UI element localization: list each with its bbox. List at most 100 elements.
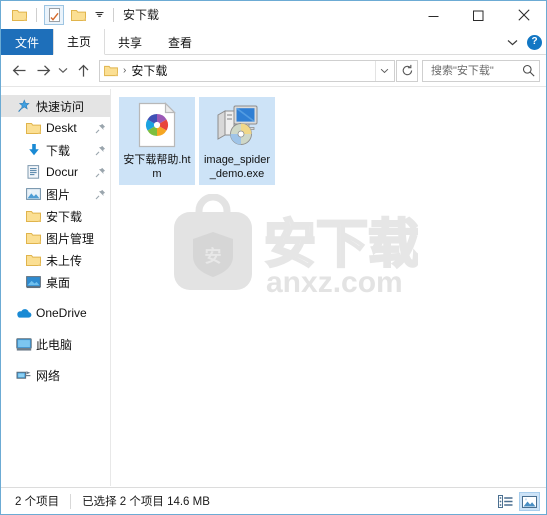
sidebar-item-quick-access[interactable]: 快速访问 xyxy=(1,95,110,117)
breadcrumb-folder-icon xyxy=(104,65,118,77)
document-icon xyxy=(25,164,42,180)
forward-button[interactable] xyxy=(31,59,55,83)
onedrive-cloud-icon xyxy=(15,305,32,321)
breadcrumb[interactable]: › 安下载 xyxy=(104,62,375,79)
sidebar-item-label: 图片管理 xyxy=(46,231,95,246)
maximize-button[interactable] xyxy=(456,1,501,29)
sidebar-item-pictures[interactable]: 图片 xyxy=(1,183,110,205)
file-item-htm[interactable]: 安下载帮助.htm xyxy=(119,97,195,185)
tab-share[interactable]: 共享 xyxy=(105,29,155,55)
file-list-view[interactable]: 安 安下载 anxz.com 安下载帮助.htm image_spider_de… xyxy=(111,89,546,486)
folder-icon xyxy=(25,208,42,224)
application-exe-icon xyxy=(213,101,261,149)
this-pc-icon xyxy=(15,336,32,352)
back-button[interactable] xyxy=(7,59,31,83)
breadcrumb-item-current[interactable]: 安下载 xyxy=(131,62,167,79)
network-icon xyxy=(15,367,32,383)
address-bar[interactable]: › 安下载 xyxy=(99,59,395,82)
download-arrow-icon xyxy=(25,142,42,158)
sidebar-item-network[interactable]: 网络 xyxy=(1,364,110,386)
sidebar-item-label: 此电脑 xyxy=(36,337,73,352)
ribbon-right-controls: ? xyxy=(503,29,542,55)
tab-view[interactable]: 查看 xyxy=(155,29,205,55)
window-body: 快速访问 Deskt 下载 Docur 图片 安下载 图片管理 未上传 桌面 O… xyxy=(1,89,546,486)
file-grid: 安下载帮助.htm image_spider_demo.exe xyxy=(119,97,546,185)
refresh-button[interactable] xyxy=(396,59,418,82)
view-mode-buttons xyxy=(495,488,540,514)
watermark-cn-text: 安下载 xyxy=(264,216,418,274)
watermark-logo: 安 安下载 anxz.com xyxy=(174,194,418,299)
toolbar-divider-2 xyxy=(113,8,114,22)
sidebar-item-not-uploaded[interactable]: 未上传 xyxy=(1,249,110,271)
desktop-icon xyxy=(25,274,42,290)
status-item-count: 2 个项目 xyxy=(15,496,60,508)
up-button[interactable] xyxy=(71,59,95,83)
navigation-pane[interactable]: 快速访问 Deskt 下载 Docur 图片 安下载 图片管理 未上传 桌面 O… xyxy=(1,89,111,486)
svg-text:安: 安 xyxy=(205,246,222,266)
window-controls xyxy=(411,1,546,29)
expand-ribbon-chevron-down-icon[interactable] xyxy=(503,33,521,51)
quick-access-toolbar xyxy=(9,5,117,25)
sidebar-item-label: 桌面 xyxy=(46,275,71,290)
properties-icon[interactable] xyxy=(44,5,64,25)
folder-icon xyxy=(25,230,42,246)
window-title: 安下载 xyxy=(123,8,160,22)
star-pin-icon xyxy=(15,98,32,114)
minimize-button[interactable] xyxy=(411,1,456,29)
breadcrumb-separator: › xyxy=(123,65,127,76)
recent-locations-chevron-down-icon[interactable] xyxy=(55,59,71,83)
sidebar-item-picture-manager[interactable]: 图片管理 xyxy=(1,227,110,249)
search-input[interactable] xyxy=(429,63,522,78)
sidebar-item-downloads[interactable]: 下载 xyxy=(1,139,110,161)
explorer-window: 安下载 文件 主页 共享 查看 ? › 安下载 搜索"安下载" 快速访问 Des… xyxy=(0,0,547,515)
folder-icon xyxy=(25,252,42,268)
address-dropdown-chevron-down-icon[interactable] xyxy=(375,60,392,81)
sidebar-item-desktop[interactable]: 桌面 xyxy=(1,271,110,293)
sidebar-item-label: 未上传 xyxy=(46,253,83,268)
sidebar-item-label: 图片 xyxy=(46,187,71,202)
details-view-button[interactable] xyxy=(495,492,516,511)
pin-icon[interactable] xyxy=(95,167,106,178)
navigation-bar: › 安下载 xyxy=(1,55,546,87)
folder-icon[interactable] xyxy=(9,5,29,25)
sidebar-item-label: 网络 xyxy=(36,368,61,383)
close-button[interactable] xyxy=(501,1,546,29)
sidebar-item-label: 下载 xyxy=(46,143,71,158)
chevron-down-icon[interactable] xyxy=(92,6,106,24)
folder-icon xyxy=(25,120,42,136)
sidebar-item-onedrive[interactable]: OneDrive xyxy=(1,302,110,324)
search-box[interactable] xyxy=(422,59,540,82)
sidebar-item-label: Docur xyxy=(46,165,79,179)
sidebar-item-documents[interactable]: Docur xyxy=(1,161,110,183)
status-divider xyxy=(70,493,72,509)
pin-icon[interactable] xyxy=(95,189,106,200)
sidebar-item-anxiazai[interactable]: 安下载 xyxy=(1,205,110,227)
sidebar-item-desktop-quick[interactable]: Deskt xyxy=(1,117,110,139)
file-name-label: image_spider_demo.exe xyxy=(203,154,271,180)
sidebar-item-label: 快速访问 xyxy=(36,99,85,114)
sidebar-item-label: Deskt xyxy=(46,121,77,135)
large-icons-view-button[interactable] xyxy=(519,492,540,511)
status-bar: 2 个项目 已选择 2 个项目 14.6 MB xyxy=(1,487,546,514)
status-selection-info: 已选择 2 个项目 14.6 MB xyxy=(82,496,210,508)
tab-file[interactable]: 文件 xyxy=(1,29,54,55)
help-icon[interactable]: ? xyxy=(527,34,542,50)
pin-icon[interactable] xyxy=(95,123,106,134)
sidebar-item-this-pc[interactable]: 此电脑 xyxy=(1,333,110,355)
html-document-icon xyxy=(133,101,181,149)
watermark-en-text: anxz.com xyxy=(266,266,403,299)
search-icon[interactable] xyxy=(522,64,535,77)
tab-home[interactable]: 主页 xyxy=(53,29,106,55)
ribbon-tab-bar: 文件 主页 共享 查看 ? xyxy=(1,29,546,55)
toolbar-divider xyxy=(36,8,37,22)
new-folder-icon[interactable] xyxy=(68,5,88,25)
sidebar-item-label: OneDrive xyxy=(36,306,87,320)
pin-icon[interactable] xyxy=(95,145,106,156)
file-name-label: 安下载帮助.htm xyxy=(123,154,191,180)
sidebar-item-label: 安下载 xyxy=(46,209,83,224)
pictures-icon xyxy=(25,186,42,202)
file-item-exe[interactable]: image_spider_demo.exe xyxy=(199,97,275,185)
